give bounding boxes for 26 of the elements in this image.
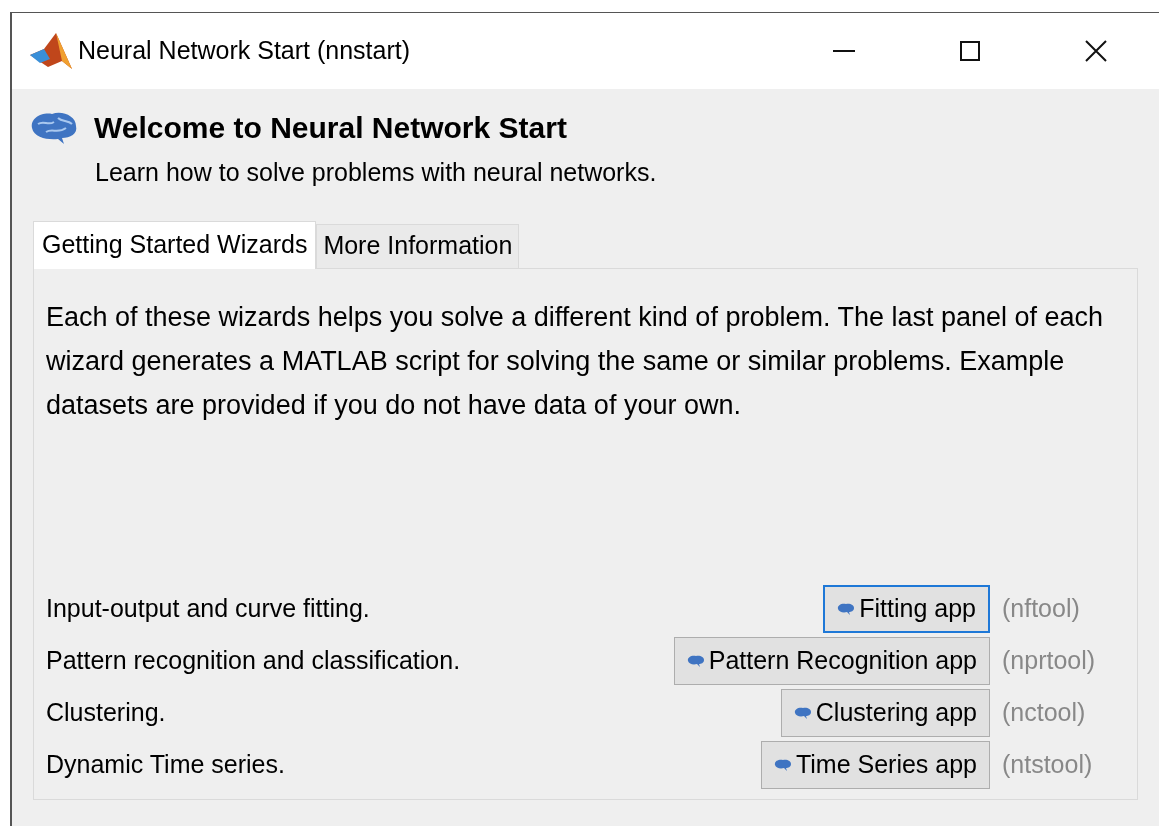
brain-icon: [793, 706, 812, 719]
minimize-icon: [833, 50, 855, 52]
tool-name: (ntstool): [1001, 748, 1094, 780]
brain-icon: [773, 758, 792, 771]
wizard-description: Clustering.: [46, 696, 166, 728]
maximize-icon: [960, 41, 980, 61]
app-button[interactable]: Fitting app: [823, 584, 990, 633]
tool-name: (nctool): [1001, 696, 1087, 728]
tool-name: (nprtool): [1001, 644, 1097, 676]
wizard-description: Dynamic Time series.: [46, 748, 285, 780]
window-title: Neural Network Start (nnstart): [78, 35, 411, 67]
tab[interactable]: Getting Started Wizards: [33, 220, 317, 269]
brain-icon: [686, 654, 705, 667]
tool-name: (nftool): [1001, 592, 1081, 624]
wizard-description: Input-output and curve fitting.: [46, 592, 370, 624]
welcome-heading: Welcome to Neural Network Start: [94, 110, 567, 146]
tab[interactable]: More Information: [316, 223, 520, 268]
close-icon: [1085, 40, 1107, 62]
app-button[interactable]: Pattern Recognition app: [673, 636, 990, 685]
description-text: Each of these wizards helps you solve a different kind of problem. The last panel of each wizard generates a MATLAB script for solving the same or similar problems. Example datasets are provided if you do not have data of your own.: [46, 300, 1105, 422]
app-button[interactable]: Time Series app: [760, 740, 990, 789]
app-button[interactable]: Clustering app: [780, 688, 990, 737]
app-logo-icon: [28, 31, 74, 71]
brain-icon: [837, 602, 856, 615]
wizard-description: Pattern recognition and classification.: [46, 644, 461, 676]
welcome-subtitle: Learn how to solve problems with neural networks.: [94, 157, 658, 188]
